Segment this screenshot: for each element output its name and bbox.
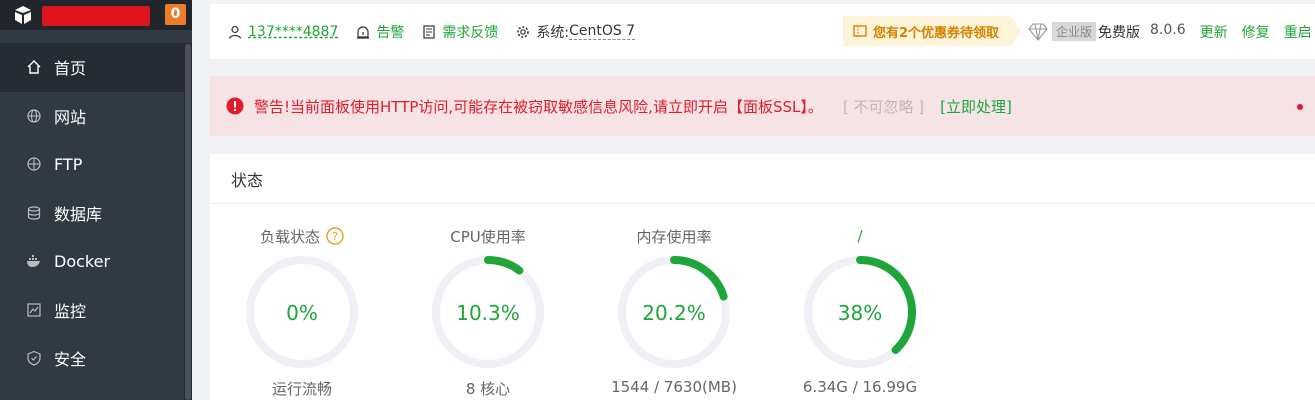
sidebar-item-label: 首页 [54, 59, 87, 79]
gauge-value: 38% [838, 301, 882, 325]
gauge-arc [484, 256, 524, 275]
alarm-icon [357, 25, 370, 39]
warning-icon [226, 97, 244, 115]
repair-button[interactable]: 修复 [1242, 22, 1270, 42]
fix-now-link[interactable]: [立即处理] [940, 96, 1012, 117]
logo-icon [15, 6, 31, 24]
gauge-subtext: 运行流畅 [271, 380, 332, 398]
gauge-label: CPU使用率 [450, 227, 526, 246]
gauge-disk[interactable]: / 38% 6.34G / 16.99G [790, 224, 930, 396]
monitor-icon [27, 303, 41, 317]
system-info[interactable]: 系统: CentOS 7 [516, 22, 636, 42]
gauge-subtext: 6.34G / 16.99G [802, 378, 918, 396]
gauge-ring: 0% [246, 256, 358, 368]
sidebar-item-docker[interactable]: Docker [0, 237, 184, 286]
gauge-label: / [857, 227, 863, 245]
sidebar-nav: 首页 网站 FTP 数据库 Docker 监控 安全 [0, 43, 184, 383]
gauge-value: 0% [286, 301, 318, 325]
feedback-link[interactable]: 需求反馈 [422, 22, 498, 42]
home-icon [27, 60, 41, 74]
sidebar-item-monitor[interactable]: 监控 [0, 286, 184, 335]
ftp-icon [27, 157, 41, 171]
coupon-banner[interactable]: 您有2个优惠券待领取 [843, 16, 1022, 46]
database-icon [27, 206, 41, 220]
svg-text:?: ? [332, 230, 338, 243]
gauge-subtext: 8 核心 [465, 380, 511, 398]
gear-icon [517, 25, 530, 38]
alarm-link[interactable]: 告警 [356, 22, 404, 42]
sidebar-item-security[interactable]: 安全 [0, 334, 184, 383]
gauge-subtext: 1544 / 7630(MB) [611, 378, 737, 396]
globe-icon [27, 109, 41, 123]
diamond-icon [1028, 22, 1048, 41]
shield-icon [27, 351, 41, 366]
update-button[interactable]: 更新 [1200, 22, 1228, 42]
gauge-label-text: 负载状态 [259, 227, 320, 246]
sidebar-item-home[interactable]: 首页 [0, 43, 184, 92]
sidebar-item-ftp[interactable]: FTP [0, 140, 184, 189]
version-number: 8.0.6 [1150, 22, 1186, 38]
gauge-label: 负载状态 ? [232, 224, 372, 248]
gauge-ring: 38% [804, 256, 916, 368]
gauge-arc [670, 256, 728, 301]
user-account-link[interactable]: 137****4887 [228, 24, 338, 40]
gauge-cpu[interactable]: CPU使用率 10.3% 8 核心 [418, 224, 558, 399]
sidebar-scrollbar-thumb[interactable] [185, 44, 191, 400]
gauge-label: 内存使用率 [636, 227, 712, 246]
coupon-icon [853, 25, 867, 37]
sidebar-item-label: 监控 [54, 301, 87, 321]
feedback-icon [423, 24, 435, 39]
top-bar: 137****4887 告警 需求反馈 系统: CentOS 7 您有2个优惠券… [210, 4, 1315, 59]
system-label: 系统: [536, 24, 570, 41]
docker-icon [27, 255, 40, 268]
sidebar: 0 首页 网站 FTP 数据库 Docker 监控 安全 [0, 0, 192, 400]
feedback-label: 需求反馈 [442, 24, 499, 41]
panel-title: 状态 [210, 154, 1315, 204]
gauge-value: 10.3% [456, 301, 520, 325]
gauge-memory[interactable]: 内存使用率 20.2% 1544 / 7630(MB) [604, 224, 744, 397]
notification-badge[interactable]: 0 [165, 4, 186, 25]
help-icon[interactable]: ? [326, 227, 344, 245]
ssl-warning-alert: 警告!当前面板使用HTTP访问,可能存在被窃取敏感信息风险,请立即开启【面板SS… [210, 76, 1315, 136]
free-edition-label: 免费版 [1098, 25, 1140, 41]
sidebar-item-label: Docker [54, 251, 111, 271]
sidebar-item-website[interactable]: 网站 [0, 92, 184, 141]
gauge-value: 20.2% [642, 301, 706, 325]
user-icon [228, 25, 242, 39]
logo-bar: 0 [0, 0, 192, 30]
sidebar-item-label: 数据库 [54, 204, 103, 224]
gauge-ring: 10.3% [432, 256, 544, 368]
sidebar-item-label: 安全 [54, 350, 87, 370]
system-value: CentOS 7 [569, 23, 636, 40]
cannot-ignore-label: [ 不可忽略 ] [842, 97, 925, 116]
alert-message: 警告!当前面板使用HTTP访问,可能存在被窃取敏感信息风险,请立即开启【面板SS… [254, 97, 823, 116]
alarm-label: 告警 [376, 24, 405, 41]
redacted-name [42, 6, 150, 26]
gauge-ring: 20.2% [618, 256, 730, 368]
coupon-text: 您有2个优惠券待领取 [873, 25, 1000, 41]
gauge-load[interactable]: 负载状态 ? 0% 运行流畅 [232, 224, 372, 399]
sidebar-item-label: 网站 [54, 107, 87, 127]
alert-dot [1297, 104, 1303, 110]
status-panel: 状态 负载状态 ? 0% 运行流畅 CPU使用率 10.3% 8 核心 内存使用… [210, 154, 1315, 400]
restart-button[interactable]: 重启 [1284, 22, 1312, 42]
version-area: 免费版 8.0.6 更新 修复 重启 [1098, 22, 1312, 42]
sidebar-item-database[interactable]: 数据库 [0, 189, 184, 238]
enterprise-tag: 企业版 [1052, 22, 1097, 41]
sidebar-item-label: FTP [54, 154, 83, 174]
user-phone: 137****4887 [248, 23, 339, 40]
enterprise-edition[interactable]: 企业版 [1028, 22, 1097, 41]
